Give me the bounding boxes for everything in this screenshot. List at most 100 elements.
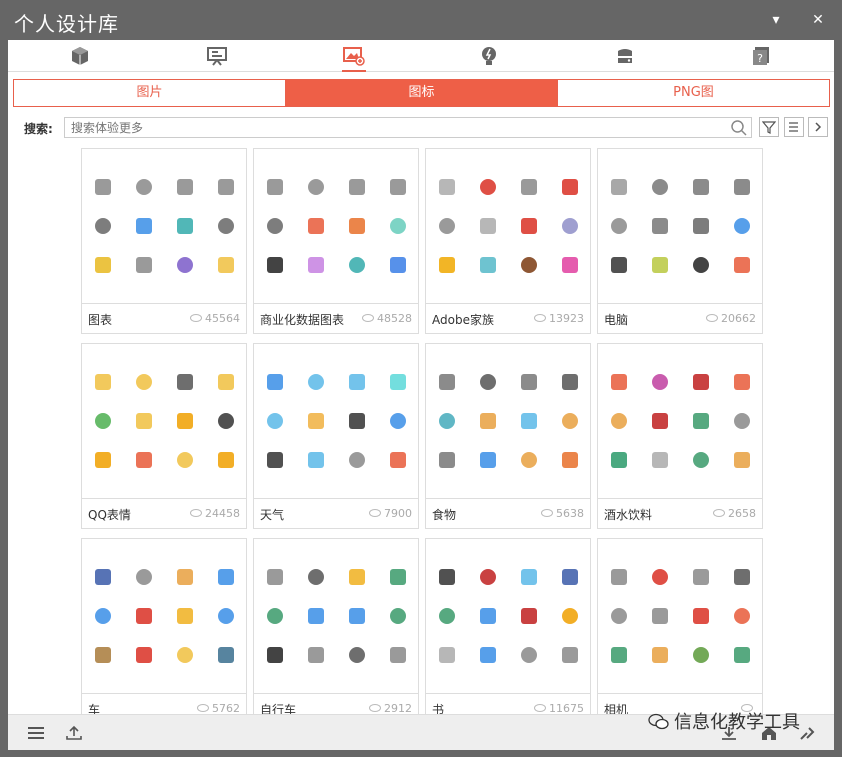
- icon-preview[interactable]: [680, 557, 721, 596]
- icon-preview[interactable]: [467, 401, 508, 440]
- icon-preview[interactable]: [336, 557, 377, 596]
- icon-preview[interactable]: [508, 245, 549, 284]
- icon-preview[interactable]: [549, 440, 590, 479]
- icon-preview[interactable]: [426, 596, 467, 635]
- tab-icons[interactable]: 图标: [286, 80, 558, 106]
- icon-preview[interactable]: [721, 245, 762, 284]
- icon-set-card[interactable]: 酒水饮料 2658: [597, 343, 763, 529]
- icon-preview[interactable]: [467, 635, 508, 674]
- icon-preview[interactable]: [336, 401, 377, 440]
- tab-image-library[interactable]: [334, 42, 374, 72]
- search-icon[interactable]: [730, 119, 748, 137]
- icon-preview[interactable]: [639, 440, 680, 479]
- upload-icon[interactable]: [65, 725, 83, 741]
- icon-preview[interactable]: [336, 440, 377, 479]
- icon-preview[interactable]: [508, 440, 549, 479]
- icon-preview[interactable]: [467, 206, 508, 245]
- icon-preview[interactable]: [639, 401, 680, 440]
- icon-preview[interactable]: [639, 362, 680, 401]
- icon-preview[interactable]: [295, 557, 336, 596]
- icon-preview[interactable]: [164, 401, 205, 440]
- icon-preview[interactable]: [467, 596, 508, 635]
- icon-preview[interactable]: [336, 206, 377, 245]
- icon-preview[interactable]: [254, 596, 295, 635]
- icon-preview[interactable]: [721, 596, 762, 635]
- tab-images[interactable]: 图片: [14, 80, 286, 106]
- icon-set-card[interactable]: 图表 45564: [81, 148, 247, 334]
- icon-preview[interactable]: [426, 401, 467, 440]
- icon-preview[interactable]: [164, 245, 205, 284]
- icon-preview[interactable]: [639, 206, 680, 245]
- icon-preview[interactable]: [336, 596, 377, 635]
- icon-preview[interactable]: [680, 401, 721, 440]
- icon-preview[interactable]: [82, 245, 123, 284]
- icon-set-card[interactable]: QQ表情 24458: [81, 343, 247, 529]
- icon-set-card[interactable]: 相机: [597, 538, 763, 724]
- icon-preview[interactable]: [426, 635, 467, 674]
- icon-preview[interactable]: [377, 167, 418, 206]
- icon-preview[interactable]: [164, 635, 205, 674]
- icon-preview[interactable]: [295, 362, 336, 401]
- tab-ideas[interactable]: [469, 42, 509, 70]
- icon-preview[interactable]: [205, 206, 246, 245]
- icon-preview[interactable]: [82, 596, 123, 635]
- icon-preview[interactable]: [549, 635, 590, 674]
- icon-preview[interactable]: [205, 596, 246, 635]
- icon-preview[interactable]: [467, 440, 508, 479]
- icon-preview[interactable]: [164, 440, 205, 479]
- icon-preview[interactable]: [508, 557, 549, 596]
- icon-set-card[interactable]: 书 11675: [425, 538, 591, 724]
- icon-preview[interactable]: [205, 362, 246, 401]
- icon-preview[interactable]: [426, 557, 467, 596]
- icon-preview[interactable]: [598, 596, 639, 635]
- icon-preview[interactable]: [467, 557, 508, 596]
- icon-preview[interactable]: [82, 635, 123, 674]
- icon-preview[interactable]: [123, 596, 164, 635]
- icon-preview[interactable]: [598, 401, 639, 440]
- icon-preview[interactable]: [254, 635, 295, 674]
- icon-preview[interactable]: [377, 206, 418, 245]
- icon-preview[interactable]: [598, 206, 639, 245]
- icon-preview[interactable]: [336, 362, 377, 401]
- icon-preview[interactable]: [639, 167, 680, 206]
- icon-preview[interactable]: [254, 401, 295, 440]
- icon-preview[interactable]: [377, 635, 418, 674]
- icon-preview[interactable]: [82, 401, 123, 440]
- icon-preview[interactable]: [123, 401, 164, 440]
- icon-preview[interactable]: [508, 206, 549, 245]
- icon-preview[interactable]: [377, 245, 418, 284]
- tab-presentations[interactable]: [197, 42, 237, 70]
- icon-set-card[interactable]: 车 5762: [81, 538, 247, 724]
- filter-button[interactable]: [759, 117, 779, 137]
- icon-preview[interactable]: [639, 635, 680, 674]
- icon-preview[interactable]: [598, 557, 639, 596]
- icon-preview[interactable]: [123, 167, 164, 206]
- icon-preview[interactable]: [377, 557, 418, 596]
- icon-preview[interactable]: [164, 206, 205, 245]
- icon-preview[interactable]: [205, 167, 246, 206]
- icon-preview[interactable]: [254, 440, 295, 479]
- icon-set-card[interactable]: 商业化数据图表 48528: [253, 148, 419, 334]
- icon-preview[interactable]: [680, 245, 721, 284]
- icon-preview[interactable]: [205, 401, 246, 440]
- icon-preview[interactable]: [123, 635, 164, 674]
- icon-preview[interactable]: [426, 206, 467, 245]
- icon-set-card[interactable]: 电脑 20662: [597, 148, 763, 334]
- icon-preview[interactable]: [639, 557, 680, 596]
- icon-preview[interactable]: [680, 167, 721, 206]
- icon-preview[interactable]: [254, 245, 295, 284]
- icon-preview[interactable]: [549, 167, 590, 206]
- icon-preview[interactable]: [254, 167, 295, 206]
- tab-storage[interactable]: [605, 42, 645, 70]
- icon-preview[interactable]: [82, 362, 123, 401]
- icon-preview[interactable]: [164, 362, 205, 401]
- icon-preview[interactable]: [82, 440, 123, 479]
- icon-preview[interactable]: [680, 206, 721, 245]
- icon-preview[interactable]: [82, 167, 123, 206]
- icon-preview[interactable]: [721, 557, 762, 596]
- icon-preview[interactable]: [295, 440, 336, 479]
- icon-preview[interactable]: [598, 635, 639, 674]
- icon-preview[interactable]: [295, 167, 336, 206]
- icon-preview[interactable]: [508, 401, 549, 440]
- icon-preview[interactable]: [426, 362, 467, 401]
